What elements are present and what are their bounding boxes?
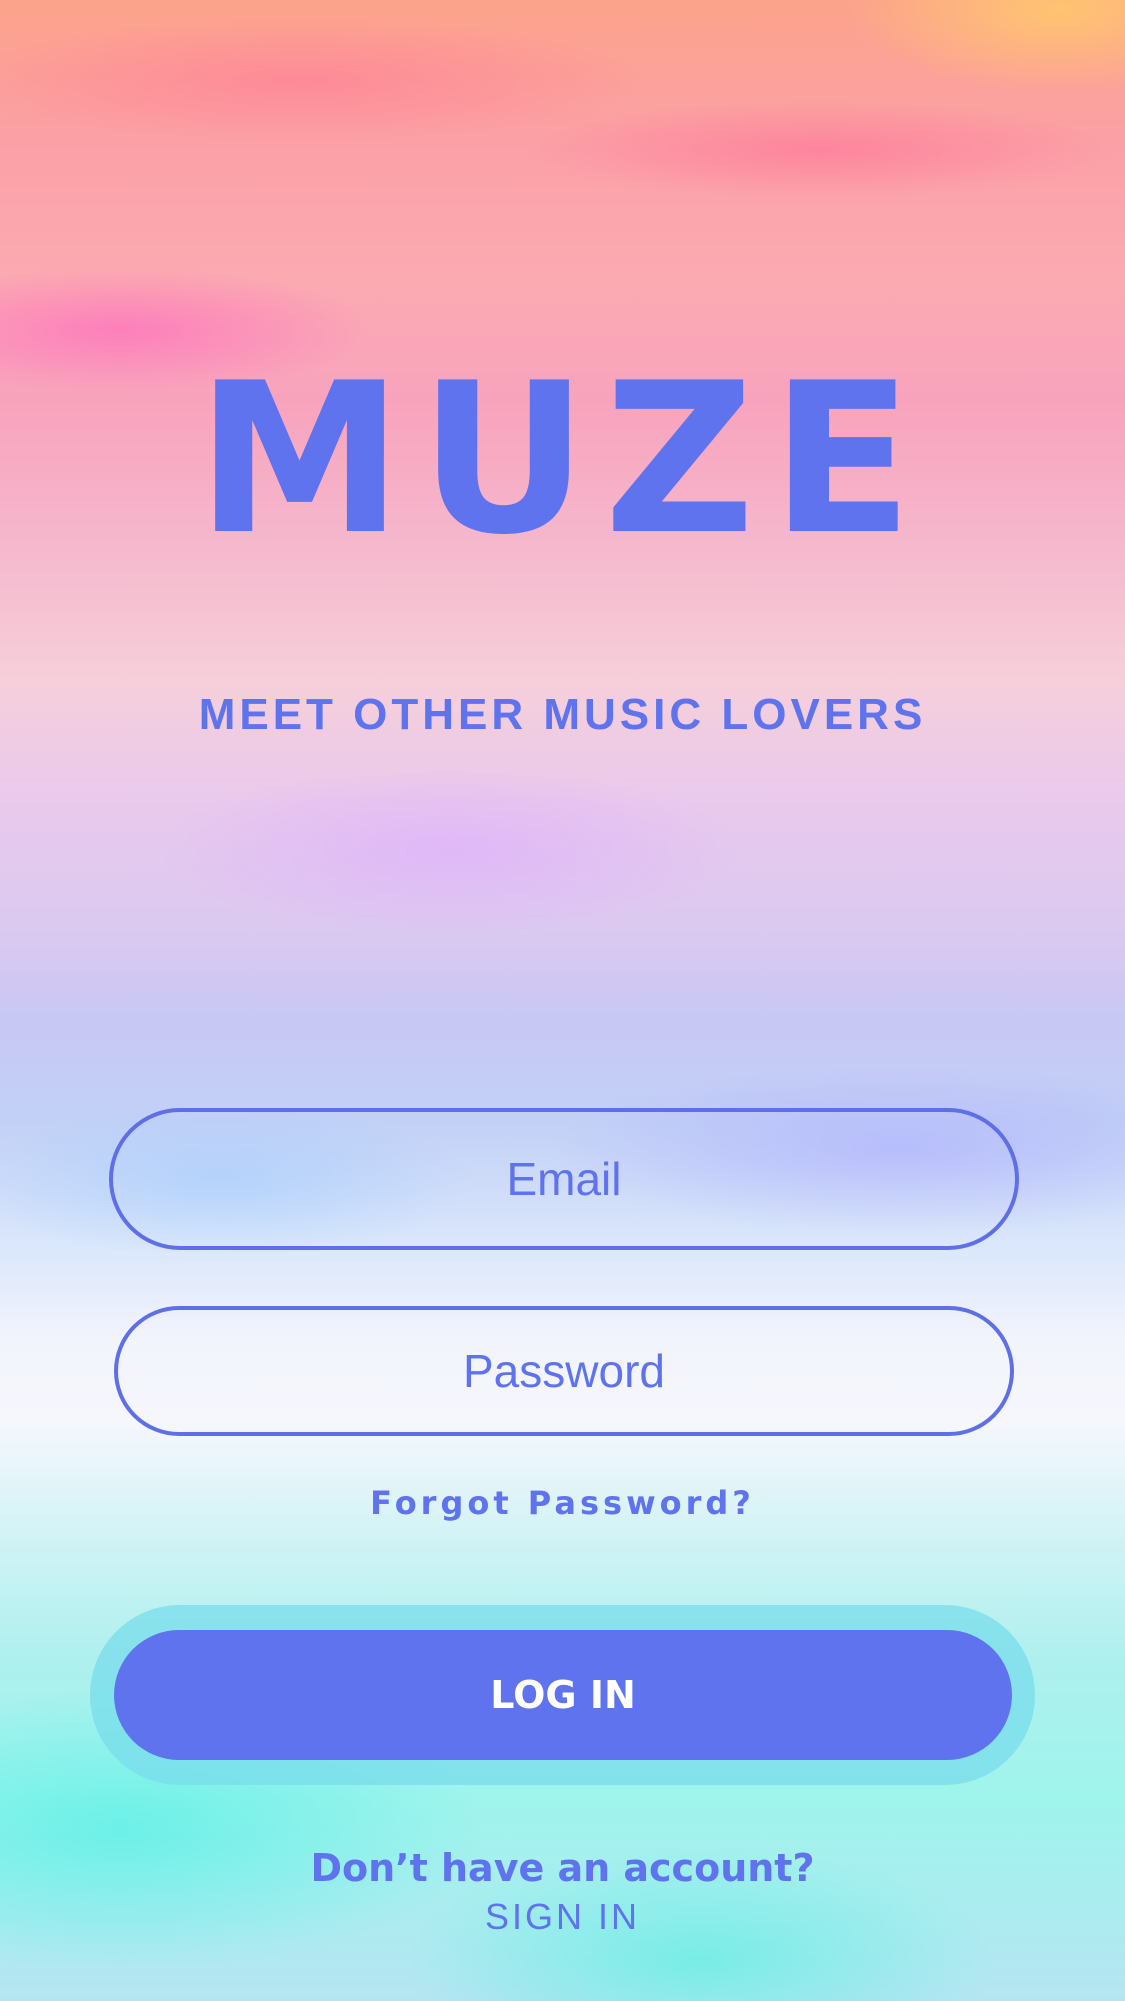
login-screen: MUZE MEET OTHER MUSIC LOVERS Forgot Pass… <box>0 0 1125 2001</box>
signup-prompt: Don’t have an account? <box>310 1846 815 1890</box>
forgot-password-link[interactable]: Forgot Password? <box>0 1484 1125 1522</box>
password-input[interactable] <box>160 1343 968 1399</box>
login-button[interactable]: LOG IN <box>114 1630 1012 1760</box>
tagline: MEET OTHER MUSIC LOVERS <box>198 690 927 739</box>
password-field[interactable] <box>114 1306 1014 1436</box>
sign-in-link[interactable]: SIGN IN <box>0 1896 1125 1938</box>
email-input[interactable] <box>156 1151 972 1207</box>
app-logo: MUZE <box>196 339 929 581</box>
email-field[interactable] <box>109 1108 1019 1250</box>
